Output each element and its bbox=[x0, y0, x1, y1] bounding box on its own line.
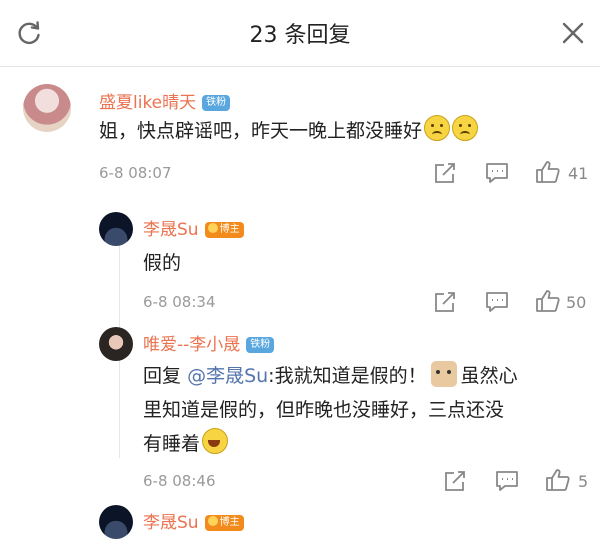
timestamp: 6-8 08:34 bbox=[143, 293, 216, 311]
username[interactable]: 李晟Su 博主 bbox=[143, 215, 244, 240]
comment-body: 虽然心 bbox=[460, 365, 518, 387]
crown-icon bbox=[207, 223, 218, 233]
like-count: 41 bbox=[568, 164, 589, 183]
like-icon[interactable] bbox=[535, 289, 561, 313]
forward-icon[interactable] bbox=[433, 291, 457, 313]
comment-icon[interactable] bbox=[485, 162, 509, 184]
blogger-badge-text: 博主 bbox=[219, 224, 240, 235]
comment-icon[interactable] bbox=[495, 470, 519, 492]
forward-icon[interactable] bbox=[443, 470, 467, 492]
like-count: 5 bbox=[578, 472, 589, 491]
sad-face-emoji bbox=[452, 115, 479, 141]
avatar[interactable] bbox=[99, 505, 133, 539]
timestamp: 6-8 08:46 bbox=[143, 472, 216, 490]
avatar[interactable] bbox=[99, 212, 133, 246]
cat-emoji bbox=[430, 361, 457, 387]
comment-line: 里知道是假的，但昨晚也没睡好，三点还没 bbox=[143, 399, 505, 421]
crown-icon bbox=[207, 516, 218, 526]
username[interactable]: 李晟Su 博主 bbox=[143, 508, 244, 533]
like-icon[interactable] bbox=[545, 468, 571, 492]
comment-body: :我就知道是假的！ bbox=[268, 365, 427, 387]
username[interactable]: 唯爱--李小晟 铁粉 bbox=[143, 330, 275, 355]
comment-line: 回复 @李晟Su:我就知道是假的！ 虽然心 bbox=[143, 359, 583, 393]
username-text[interactable]: 盛夏like晴天 bbox=[99, 93, 196, 113]
blogger-badge-text: 博主 bbox=[219, 517, 240, 528]
username[interactable]: 盛夏like晴天 铁粉 bbox=[99, 88, 231, 113]
username-text[interactable]: 唯爱--李小晟 bbox=[143, 335, 240, 355]
comment-body: 有睡着 bbox=[143, 433, 201, 455]
like-icon[interactable] bbox=[535, 160, 561, 184]
username-text[interactable]: 李晟Su bbox=[143, 220, 199, 240]
fan-badge: 铁粉 bbox=[202, 95, 231, 111]
page-title: 23 条回复 bbox=[249, 23, 351, 48]
blogger-badge: 博主 bbox=[204, 222, 244, 238]
comment-text: 回复 @李晟Su:我就知道是假的！ 虽然心 里知道是假的，但昨晚也没睡好，三点还没… bbox=[143, 359, 583, 461]
comment-icon[interactable] bbox=[485, 291, 509, 313]
forward-icon[interactable] bbox=[433, 162, 457, 184]
close-icon[interactable] bbox=[562, 22, 584, 44]
avatar[interactable] bbox=[99, 327, 133, 361]
avatar[interactable] bbox=[23, 84, 71, 132]
reply-prefix: 回复 bbox=[143, 365, 182, 387]
laughing-emoji bbox=[202, 428, 229, 454]
comment-line: 有睡着 bbox=[143, 427, 583, 461]
comment-body: 姐，快点辟谣吧，昨天一晚上都没睡好 bbox=[99, 120, 423, 142]
mention-link[interactable]: @李晟Su bbox=[187, 365, 268, 387]
comment-text: 假的 bbox=[143, 252, 182, 274]
comment-text: 姐，快点辟谣吧，昨天一晚上都没睡好 bbox=[99, 114, 479, 148]
fan-badge: 铁粉 bbox=[246, 337, 275, 353]
sad-face-emoji bbox=[424, 115, 451, 141]
blogger-badge: 博主 bbox=[204, 515, 244, 531]
like-count: 50 bbox=[566, 293, 587, 312]
username-text[interactable]: 李晟Su bbox=[143, 513, 199, 533]
timestamp: 6-8 08:07 bbox=[99, 164, 172, 182]
reply-header: 23 条回复 bbox=[0, 0, 600, 67]
